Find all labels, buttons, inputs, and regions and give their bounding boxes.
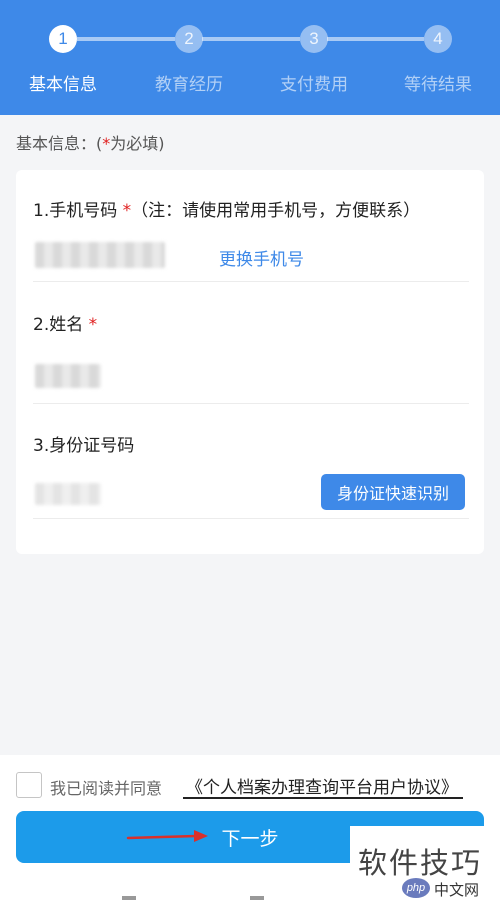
section-hint: 基本信息：(*为必填): [16, 130, 165, 154]
id-number-field-label: 3.身份证号码: [33, 431, 134, 456]
step-1-label: 基本信息: [29, 75, 97, 95]
step-4-label: 等待结果: [404, 75, 472, 95]
phone-label-text: 1.手机号码: [33, 201, 118, 221]
required-mark: *: [88, 315, 98, 335]
name-value-blurred[interactable]: [35, 364, 101, 388]
hint-prefix: 基本信息：(: [16, 134, 103, 153]
required-mark: *: [122, 201, 132, 221]
nav-fragment: [122, 896, 136, 900]
hint-suffix: 为必填): [110, 134, 165, 153]
step-3-label: 支付费用: [280, 75, 348, 95]
name-field-label: 2.姓名 *: [33, 310, 97, 335]
step-connector: [202, 37, 300, 41]
step-connector: [77, 37, 175, 41]
name-label-text: 2.姓名: [33, 315, 84, 335]
id-number-value-blurred[interactable]: [35, 483, 101, 505]
annotation-arrow-icon: [126, 830, 208, 842]
phone-value-blurred[interactable]: [35, 242, 165, 268]
step-2-label: 教育经历: [155, 75, 223, 95]
phone-note: （注：请使用常用手机号，方便联系）: [131, 201, 421, 221]
change-phone-link[interactable]: 更换手机号: [219, 245, 304, 270]
agreement-text: 我已阅读并同意: [50, 779, 163, 798]
step-1-circle: 1: [49, 25, 77, 53]
next-step-label: 下一步: [221, 827, 279, 850]
nav-fragment: [250, 896, 264, 900]
progress-stepper: 1 2 3 4 基本信息 教育经历 支付费用 等待结果: [0, 0, 500, 115]
watermark-site-name: 中文网: [434, 881, 480, 899]
php-logo-icon: php: [402, 878, 430, 898]
divider: [33, 403, 469, 404]
id-quick-scan-button[interactable]: 身份证快速识别: [321, 474, 465, 510]
agreement-checkbox[interactable]: [16, 772, 42, 798]
divider: [33, 281, 469, 282]
basic-info-form: 1.手机号码 *（注：请使用常用手机号，方便联系） 更换手机号 2.姓名 * 3…: [16, 170, 484, 554]
step-2-circle: 2: [175, 25, 203, 53]
step-4-circle: 4: [424, 25, 452, 53]
step-3-circle: 3: [300, 25, 328, 53]
watermark-text: 软件技巧: [358, 846, 483, 880]
step-connector: [327, 37, 424, 41]
phone-field-label: 1.手机号码 *（注：请使用常用手机号，方便联系）: [33, 196, 420, 221]
user-agreement-link[interactable]: 《个人档案办理查询平台用户协议》: [186, 773, 458, 798]
divider: [33, 518, 469, 519]
id-number-label-text: 3.身份证号码: [33, 436, 135, 456]
agreement-underline: [183, 797, 463, 799]
